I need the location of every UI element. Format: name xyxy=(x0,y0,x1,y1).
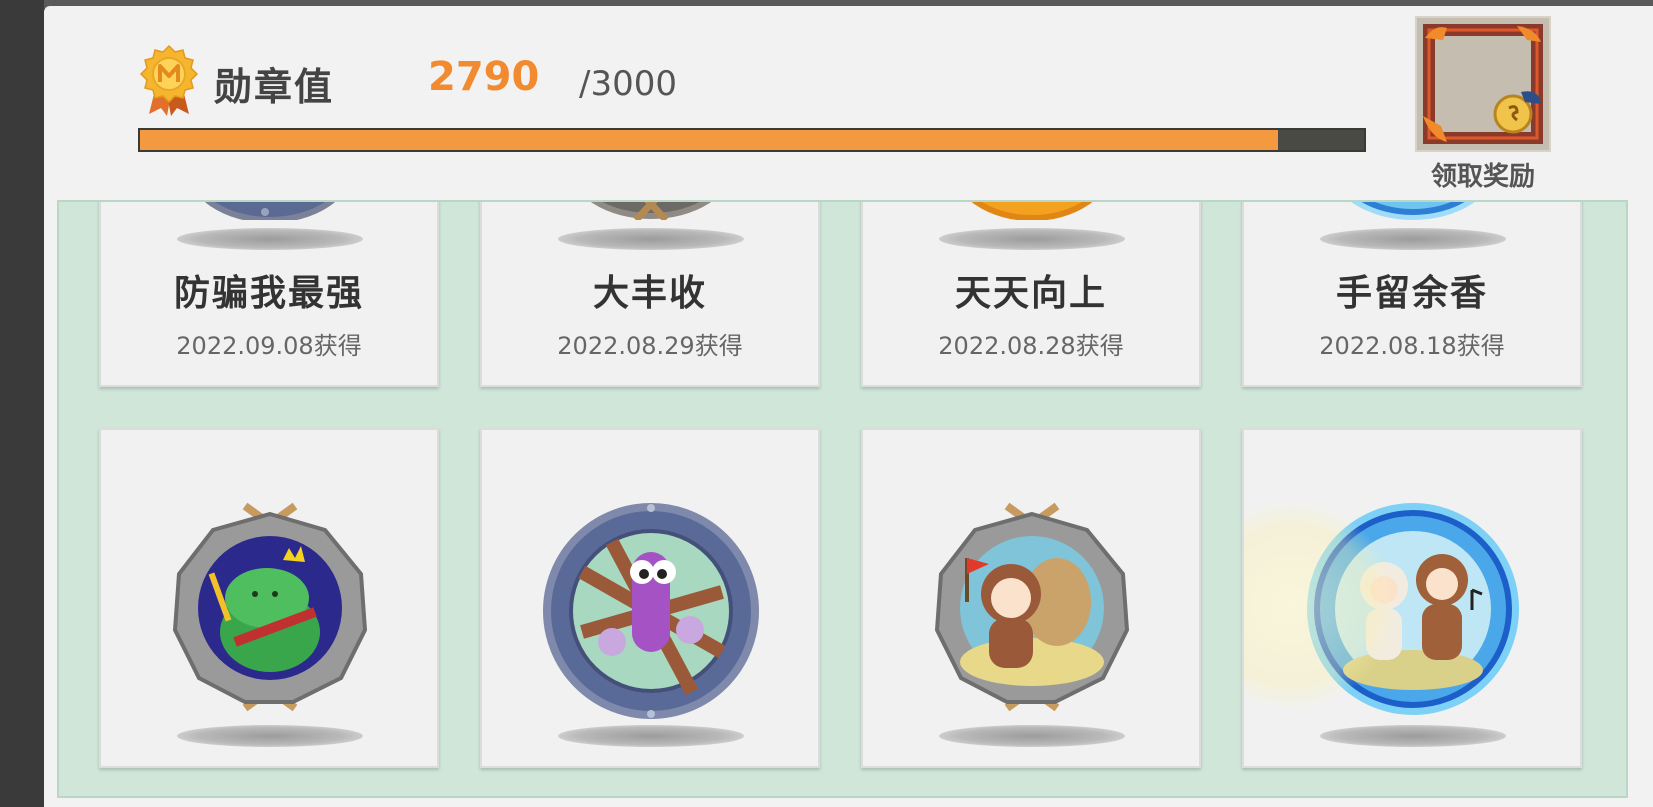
green-king-badge-icon xyxy=(172,502,368,712)
badge-shadow xyxy=(177,725,363,747)
badge-grid: 防骗我最强 2022.09.08获得 大丰收 2022.08.29获得 天天向上… xyxy=(57,200,1628,798)
bear-costume-flag-badge-icon xyxy=(934,502,1130,712)
badge-name: 天天向上 xyxy=(954,273,1107,314)
badge-date: 2022.08.18获得 xyxy=(1319,332,1505,360)
badge-shadow xyxy=(1320,725,1506,747)
claim-reward-button[interactable]: 领取奖励 xyxy=(1415,16,1551,192)
crystal-badge-icon xyxy=(1351,202,1475,220)
dancing-bears-crystal-badge-icon xyxy=(1307,503,1519,715)
badge-card[interactable] xyxy=(99,428,439,768)
badge-card[interactable] xyxy=(861,428,1201,768)
badge-name: 大丰收 xyxy=(592,273,707,314)
rope-badge-icon xyxy=(590,202,712,220)
app-screen: { "header": { "title": "勋章值", "current_v… xyxy=(0,0,1653,807)
badge-card[interactable] xyxy=(1242,428,1582,768)
badge-date: 2022.08.29获得 xyxy=(557,332,743,360)
medal-current-value: 2790 xyxy=(428,54,540,100)
badge-date: 2022.09.08获得 xyxy=(176,332,362,360)
badge-card[interactable]: 大丰收 2022.08.29获得 xyxy=(480,202,820,387)
avatar-frame-icon xyxy=(1417,18,1549,150)
claim-reward-label: 领取奖励 xyxy=(1430,162,1535,192)
badge-shadow xyxy=(558,725,744,747)
badge-card[interactable]: 防骗我最强 2022.09.08获得 xyxy=(99,202,439,387)
badge-card[interactable] xyxy=(480,428,820,768)
badge-card[interactable]: 手留余香 2022.08.18获得 xyxy=(1242,202,1582,387)
steel-badge-icon xyxy=(204,202,336,220)
badge-shadow xyxy=(558,228,744,250)
gold-badge-icon xyxy=(971,202,1093,220)
medal-title: 勋章值 xyxy=(214,65,335,109)
medal-icon xyxy=(139,44,199,116)
badge-shadow xyxy=(177,228,363,250)
reward-frame-preview xyxy=(1415,16,1551,152)
badge-shadow xyxy=(939,228,1125,250)
purple-worm-badge-icon xyxy=(543,503,759,719)
medal-max-value: /3000 xyxy=(579,64,677,104)
medal-progress-fill xyxy=(140,130,1279,150)
badge-shadow xyxy=(939,725,1125,747)
badge-name: 手留余香 xyxy=(1335,273,1488,314)
medal-progress-bar xyxy=(138,128,1366,152)
medal-panel: 勋章值 2790 /3000 领取奖励 防骗我最强 2022.09.08获得 大… xyxy=(44,6,1653,807)
badge-name: 防骗我最强 xyxy=(173,273,364,314)
medal-header: 勋章值 2790 /3000 领取奖励 xyxy=(44,6,1653,206)
badge-card[interactable]: 天天向上 2022.08.28获得 xyxy=(861,202,1201,387)
badge-date: 2022.08.28获得 xyxy=(938,332,1124,360)
badge-shadow xyxy=(1320,228,1506,250)
